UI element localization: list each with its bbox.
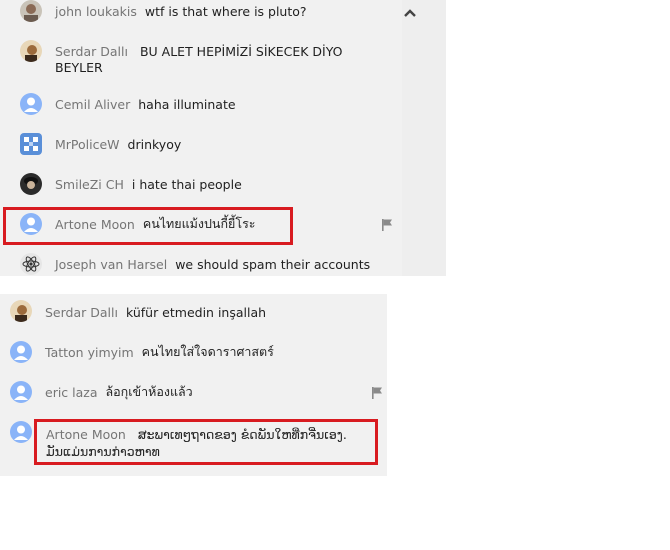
default-user-icon — [24, 217, 38, 232]
message-text: drinkyoy — [127, 136, 182, 152]
avatar[interactable] — [20, 40, 42, 62]
default-user-icon — [14, 385, 28, 400]
avatar[interactable] — [10, 421, 32, 443]
pattern-avatar-icon — [24, 137, 38, 151]
avatar[interactable] — [10, 341, 32, 363]
message-text: ล้อกุเข้าห้องแล้ว — [105, 384, 193, 399]
message-author[interactable]: SmileZi CH — [55, 177, 124, 192]
chat-message: Serdar Dallı küfür etmedin inşallah — [45, 304, 266, 320]
message-text-continued: BEYLER — [55, 60, 103, 75]
chat-message: Artone Moon คนไทยแม้งปนกี้ยี้โระ — [55, 216, 256, 232]
message-text: คนไทยแม้งปนกี้ยี้โระ — [142, 216, 256, 231]
message-author[interactable]: Tatton yimyim — [45, 345, 134, 360]
avatar[interactable] — [20, 253, 42, 275]
avatar[interactable] — [10, 300, 32, 322]
message-text: BU ALET HEPİMİZİ SİKECEK DİYO — [139, 44, 343, 59]
chat-message: SmileZi CH i hate thai people — [55, 176, 242, 192]
user-photo-icon — [24, 4, 38, 22]
chat-message: Tatton yimyim คนไทยใส่ใจดาราศาสตร์ — [45, 344, 274, 360]
message-text: wtf is that where is pluto? — [144, 3, 307, 19]
message-author[interactable]: Serdar Dallı — [45, 305, 118, 320]
user-photo-icon — [15, 305, 27, 322]
message-text-continued: ມັນແມ່ນການກ່າວຫາທ — [46, 444, 160, 459]
chevron-up-icon[interactable] — [403, 6, 417, 20]
avatar[interactable] — [20, 0, 42, 22]
message-text: haha illuminate — [138, 96, 236, 112]
message-author[interactable]: Joseph van Harsel — [55, 257, 167, 272]
message-text: i hate thai people — [131, 176, 242, 192]
default-user-icon — [14, 425, 28, 440]
message-author[interactable]: Cemil Aliver — [55, 97, 130, 112]
message-text: คนไทยใส่ใจดาราศาสตร์ — [141, 344, 274, 359]
avatar[interactable] — [10, 381, 32, 403]
message-text: we should spam their accounts — [175, 256, 371, 272]
chat-message: john loukakis wtf is that where is pluto… — [55, 3, 307, 19]
scroll-column — [402, 0, 446, 276]
message-author[interactable]: MrPoliceW — [55, 137, 120, 152]
avatar[interactable] — [20, 133, 42, 155]
atom-icon — [22, 256, 40, 272]
flag-icon[interactable] — [380, 218, 394, 232]
chat-message: Joseph van Harsel we should spam their a… — [55, 256, 370, 272]
user-photo-icon — [24, 177, 38, 189]
message-text: ສະພາເທໆຖາດຂອງ ຂໍດພັນໃຫທີ່ກຈີ່ນເອງ. — [137, 427, 347, 442]
avatar[interactable] — [20, 173, 42, 195]
message-author[interactable]: eric laza — [45, 385, 98, 400]
chat-message: eric laza ล้อกุเข้าห้องแล้ว — [45, 384, 193, 400]
flag-icon[interactable] — [370, 386, 384, 400]
user-photo-icon — [25, 45, 37, 62]
default-user-icon — [14, 345, 28, 360]
chat-message: MrPoliceW drinkyoy — [55, 136, 181, 152]
chat-message: Artone Moon ສະພາເທໆຖາດຂອງ ຂໍດພັນໃຫທີ່ກຈີ… — [46, 426, 376, 460]
avatar[interactable] — [20, 213, 42, 235]
default-user-icon — [24, 97, 38, 112]
message-author[interactable]: Artone Moon — [46, 427, 126, 442]
chat-message: Cemil Aliver haha illuminate — [55, 96, 236, 112]
message-text: küfür etmedin inşallah — [125, 304, 267, 320]
avatar[interactable] — [20, 93, 42, 115]
chat-message: Serdar Dallı BU ALET HEPİMİZİ SİKECEK Dİ… — [55, 44, 355, 76]
message-author[interactable]: Artone Moon — [55, 217, 135, 232]
message-author[interactable]: Serdar Dallı — [55, 44, 128, 59]
message-author[interactable]: john loukakis — [55, 4, 137, 19]
